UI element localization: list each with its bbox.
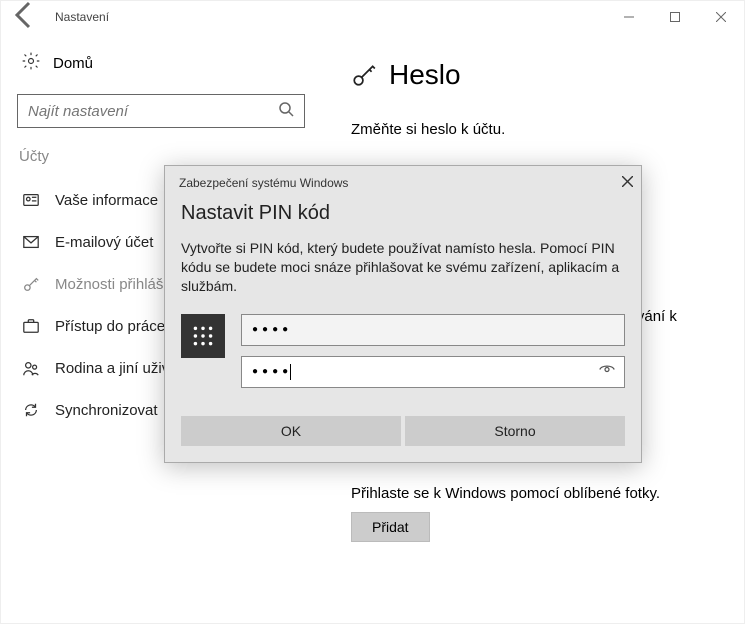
close-button[interactable]: [698, 1, 744, 33]
pin-input-confirm[interactable]: ●●●●: [241, 356, 625, 388]
pin-dots: ●●●●: [252, 324, 292, 335]
window-titlebar: Nastavení: [1, 1, 744, 33]
briefcase-icon: [21, 317, 41, 335]
search-input[interactable]: [17, 94, 305, 128]
reveal-password-icon[interactable]: [598, 360, 616, 383]
key-icon: [351, 62, 377, 88]
page-heading: Heslo: [351, 59, 714, 91]
mail-icon: [21, 233, 41, 251]
ok-button[interactable]: OK: [181, 416, 401, 446]
page-heading-text: Heslo: [389, 59, 461, 91]
search-icon: [278, 101, 294, 122]
password-description: Změňte si heslo k účtu.: [351, 121, 714, 138]
gear-icon: [21, 51, 41, 76]
dialog-heading: Nastavit PIN kód: [181, 202, 625, 225]
sync-icon: [21, 401, 41, 419]
badge-icon: [21, 191, 41, 209]
sidebar-item-label: Synchronizovat: [55, 402, 158, 419]
key-icon: [21, 275, 41, 293]
cancel-button[interactable]: Storno: [405, 416, 625, 446]
photo-description: Přihlaste se k Windows pomocí oblíbené f…: [351, 485, 714, 502]
dialog-title: Zabezpečení systému Windows: [179, 176, 348, 190]
sidebar-home-label: Domů: [53, 55, 93, 72]
back-button[interactable]: [9, 0, 41, 36]
sidebar-home[interactable]: Domů: [21, 51, 305, 76]
window-title: Nastavení: [41, 10, 109, 24]
sidebar-item-label: Přístup do práce: [55, 318, 165, 335]
people-icon: [21, 359, 41, 377]
sidebar-item-label: Vaše informace: [55, 192, 158, 209]
maximize-button[interactable]: [652, 1, 698, 33]
sidebar-item-label: E-mailový účet: [55, 234, 153, 251]
sidebar-section-title: Účty: [19, 148, 305, 165]
pin-input-new[interactable]: ●●●●: [241, 314, 625, 346]
dialog-close-button[interactable]: [622, 174, 633, 192]
dialog-text: Vytvořte si PIN kód, který budete použív…: [181, 239, 625, 296]
pin-dots: ●●●●: [252, 366, 292, 377]
search-field[interactable]: [28, 103, 278, 120]
pin-dialog: Zabezpečení systému Windows Nastavit PIN…: [164, 165, 642, 463]
minimize-button[interactable]: [606, 1, 652, 33]
keypad-icon: [181, 314, 225, 358]
add-button[interactable]: Přidat: [351, 512, 430, 542]
